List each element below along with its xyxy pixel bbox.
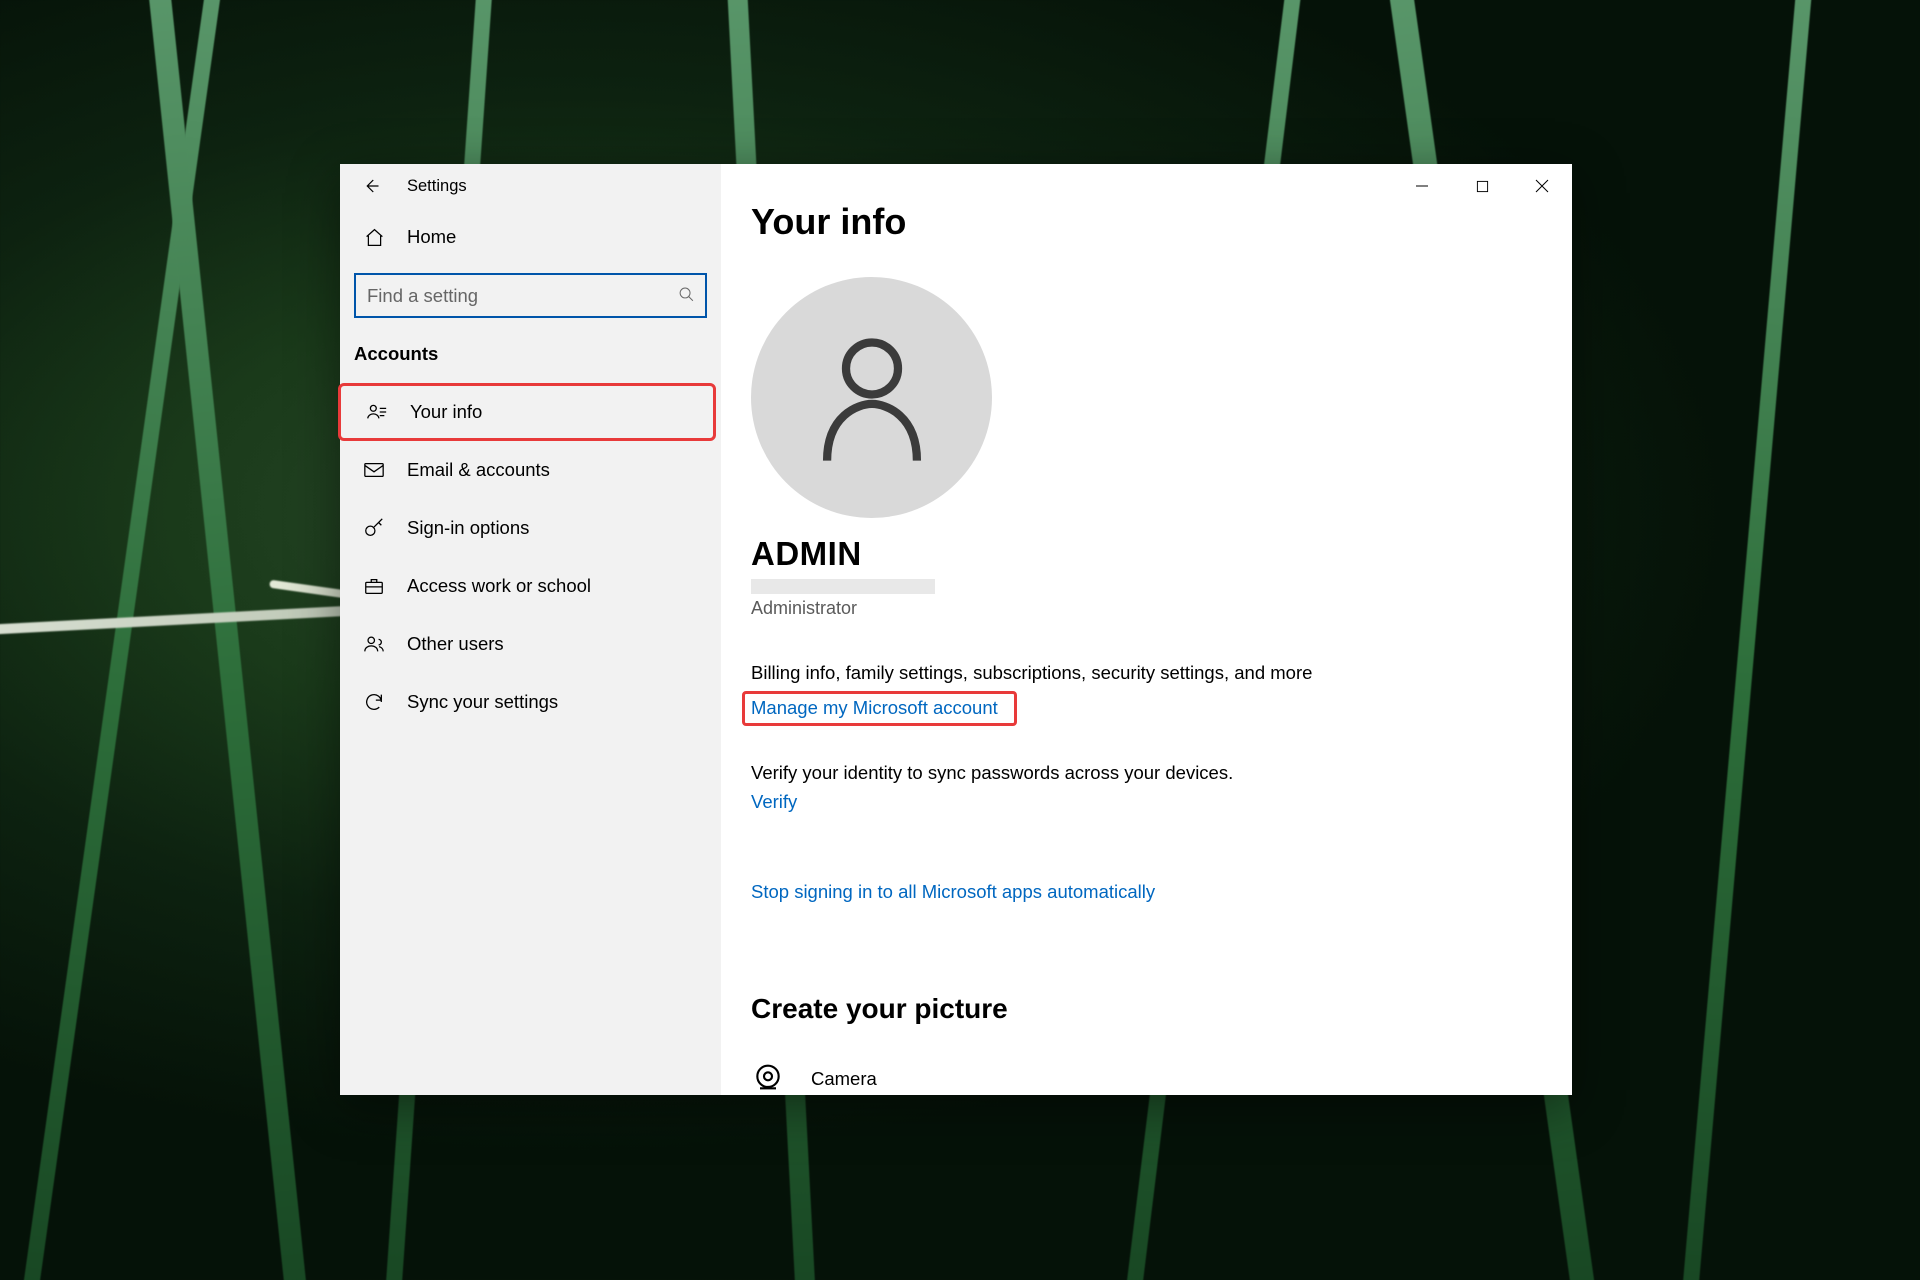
nav-home[interactable]: Home: [340, 208, 721, 266]
briefcase-icon: [363, 575, 385, 597]
nav-signin-options[interactable]: Sign-in options: [340, 499, 721, 557]
user-name: ADMIN: [751, 535, 1572, 573]
maximize-button[interactable]: [1452, 164, 1512, 208]
window-controls: [1392, 164, 1572, 208]
nav-your-info[interactable]: Your info: [338, 383, 716, 441]
nav-other-users[interactable]: Other users: [340, 615, 721, 673]
user-role: Administrator: [751, 598, 1572, 619]
search-icon: [678, 285, 695, 307]
sidebar-section-title: Accounts: [340, 329, 721, 383]
nav-sync-settings[interactable]: Sync your settings: [340, 673, 721, 731]
nav-signin-label: Sign-in options: [407, 517, 529, 539]
search-input[interactable]: [354, 273, 707, 318]
picture-heading: Create your picture: [751, 993, 1572, 1025]
nav-work-label: Access work or school: [407, 575, 591, 597]
nav-other-users-label: Other users: [407, 633, 504, 655]
billing-text: Billing info, family settings, subscript…: [751, 662, 1572, 684]
verify-link[interactable]: Verify: [751, 791, 797, 813]
main-content: Your info ADMIN Administrator Billing in…: [721, 164, 1572, 1095]
titlebar: Settings: [340, 164, 721, 208]
back-button[interactable]: [349, 164, 393, 208]
key-icon: [363, 517, 385, 539]
home-icon: [363, 226, 385, 248]
app-title: Settings: [407, 177, 467, 196]
nav-email-label: Email & accounts: [407, 459, 550, 481]
nav-email-accounts[interactable]: Email & accounts: [340, 441, 721, 499]
nav-sync-label: Sync your settings: [407, 691, 558, 713]
close-button[interactable]: [1512, 164, 1572, 208]
camera-icon: [751, 1063, 785, 1095]
redacted-email: [751, 579, 935, 594]
search-container: [340, 266, 721, 329]
nav-work-school[interactable]: Access work or school: [340, 557, 721, 615]
stop-signin-link[interactable]: Stop signing in to all Microsoft apps au…: [751, 881, 1155, 903]
minimize-button[interactable]: [1392, 164, 1452, 208]
avatar: [751, 277, 992, 518]
nav-home-label: Home: [407, 226, 456, 248]
mail-icon: [363, 459, 385, 481]
settings-window: Settings Home Accounts Your info E: [340, 164, 1572, 1095]
nav-your-info-label: Your info: [410, 401, 482, 423]
sidebar: Settings Home Accounts Your info E: [340, 164, 721, 1095]
manage-account-link[interactable]: Manage my Microsoft account: [742, 691, 1017, 726]
people-icon: [363, 633, 385, 655]
verify-text: Verify your identity to sync passwords a…: [751, 762, 1572, 784]
person-card-icon: [366, 401, 388, 423]
camera-option[interactable]: Camera: [751, 1055, 1572, 1095]
sync-icon: [363, 691, 385, 713]
camera-label: Camera: [811, 1068, 877, 1090]
